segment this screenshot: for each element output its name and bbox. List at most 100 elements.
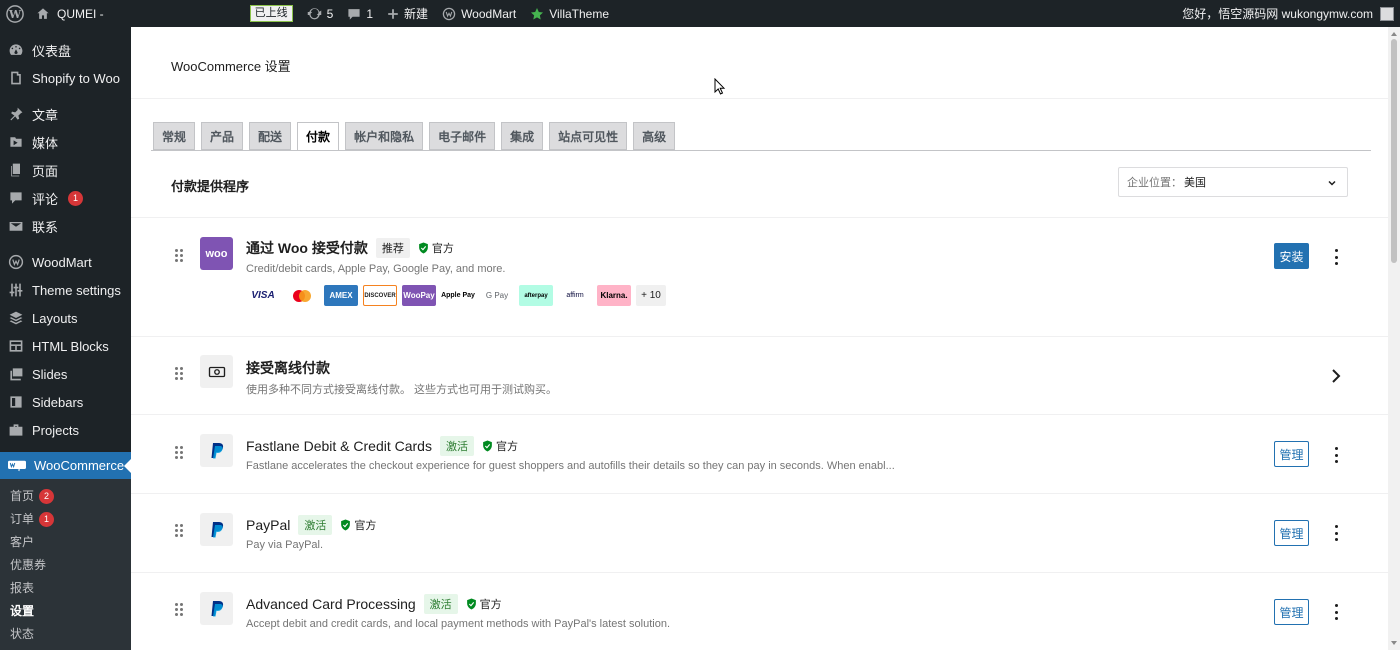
menu-projects[interactable]: Projects bbox=[0, 416, 131, 444]
submenu-coupons[interactable]: 优惠券 bbox=[0, 554, 131, 577]
woo-logo-icon: woo bbox=[200, 237, 233, 270]
more-options-icon[interactable] bbox=[1331, 604, 1341, 620]
tab-shipping[interactable]: 配送 bbox=[249, 122, 292, 150]
admin-sidebar: 仪表盘 Shopify to Woo 文章 媒体 页面 评论 1 联系 Wood… bbox=[0, 27, 131, 650]
updates-link[interactable]: 5 bbox=[300, 0, 341, 27]
refresh-icon bbox=[307, 8, 321, 20]
tab-accounts-privacy[interactable]: 帐户和隐私 bbox=[345, 122, 424, 150]
menu-label: Slides bbox=[32, 366, 68, 382]
tab-integration[interactable]: 集成 bbox=[501, 122, 544, 150]
drag-handle-icon[interactable] bbox=[175, 524, 183, 537]
menu-contact[interactable]: 联系 bbox=[0, 212, 131, 240]
menu-dashboard[interactable]: 仪表盘 bbox=[0, 36, 131, 64]
manage-button[interactable]: 管理 bbox=[1274, 441, 1309, 467]
install-button[interactable]: 安装 bbox=[1274, 243, 1309, 269]
submenu-label: 报表 bbox=[10, 581, 35, 595]
official-label: 官方 bbox=[479, 599, 502, 611]
shield-check-icon bbox=[341, 519, 351, 531]
menu-label: 页面 bbox=[32, 163, 59, 179]
tab-site-visibility[interactable]: 站点可见性 bbox=[549, 122, 628, 150]
avatar bbox=[1380, 6, 1394, 21]
villatheme-label: VillaTheme bbox=[549, 6, 610, 21]
slides-icon bbox=[10, 368, 23, 381]
menu-sidebars[interactable]: Sidebars bbox=[0, 388, 131, 416]
submenu-home[interactable]: 首页 2 bbox=[0, 485, 131, 508]
live-status-link[interactable]: 已上线 bbox=[241, 0, 300, 27]
gateway-title: 通过 Woo 接受付款 推荐 官方 bbox=[246, 238, 454, 258]
menu-media[interactable]: 媒体 bbox=[0, 128, 131, 156]
comments-link[interactable]: 1 bbox=[340, 0, 380, 27]
star-icon bbox=[531, 7, 544, 20]
active-badge: 激活 bbox=[298, 515, 333, 535]
submenu-reports[interactable]: 报表 bbox=[0, 577, 131, 600]
new-content-link[interactable]: 新建 bbox=[380, 0, 435, 27]
gateway-description: Fastlane accelerates the checkout experi… bbox=[246, 460, 895, 472]
official-badge: 官方 bbox=[466, 596, 502, 612]
menu-pages[interactable]: 页面 bbox=[0, 156, 131, 184]
villatheme-link[interactable]: VillaTheme bbox=[523, 0, 616, 27]
submenu-status[interactable]: 状态 bbox=[0, 623, 131, 646]
tab-advanced[interactable]: 高级 bbox=[633, 122, 676, 150]
menu-layouts[interactable]: Layouts bbox=[0, 304, 131, 332]
row-divider bbox=[131, 572, 1388, 573]
updates-count: 5 bbox=[326, 6, 334, 21]
menu-html-blocks[interactable]: HTML Blocks bbox=[0, 332, 131, 360]
page-scrollbar[interactable] bbox=[1388, 27, 1400, 650]
submenu-label: 首页 bbox=[10, 489, 35, 503]
menu-woocommerce[interactable]: WooCommerce bbox=[0, 452, 131, 479]
scrollbar-thumb[interactable] bbox=[1391, 39, 1397, 263]
pin-icon bbox=[10, 107, 23, 121]
more-options-icon[interactable] bbox=[1331, 525, 1341, 541]
submenu-settings[interactable]: 设置 bbox=[0, 600, 131, 623]
my-account-link[interactable]: 您好，悟空源码网 wukongymw.com bbox=[1175, 0, 1400, 27]
submenu-label: 设置 bbox=[10, 604, 35, 618]
menu-posts[interactable]: 文章 bbox=[0, 100, 131, 128]
submenu-label: 状态 bbox=[10, 627, 35, 641]
wordpress-logo-icon[interactable]: W bbox=[1, 0, 29, 27]
site-name-link[interactable]: QUMEI - bbox=[29, 0, 111, 27]
submenu-orders[interactable]: 订单 1 bbox=[0, 508, 131, 531]
comments-count: 1 bbox=[366, 6, 374, 21]
gateway-title: PayPal 激活 官方 bbox=[246, 515, 376, 535]
menu-shopify-to-woo[interactable]: Shopify to Woo bbox=[0, 64, 131, 92]
plus-icon bbox=[388, 8, 398, 19]
drag-handle-icon[interactable] bbox=[175, 603, 183, 616]
comment-icon bbox=[10, 192, 22, 204]
tab-payments[interactable]: 付款 bbox=[297, 122, 340, 151]
menu-theme-settings[interactable]: Theme settings bbox=[0, 276, 131, 304]
gateway-description: 使用多种不同方式接受离线付款。 这些方式也可用于测试购买。 bbox=[246, 384, 558, 396]
chevron-right-icon[interactable] bbox=[1330, 368, 1342, 384]
submenu-label: 客户 bbox=[10, 535, 35, 549]
home-icon bbox=[37, 7, 49, 19]
woodmart-link[interactable]: WoodMart bbox=[435, 0, 523, 27]
more-options-icon[interactable] bbox=[1331, 447, 1341, 463]
header-divider bbox=[131, 98, 1388, 99]
scroll-down-icon[interactable] bbox=[1391, 641, 1397, 648]
svg-text:W: W bbox=[8, 8, 22, 21]
tab-general[interactable]: 常规 bbox=[153, 122, 196, 150]
official-label: 官方 bbox=[431, 243, 454, 255]
gateway-title: 接受离线付款 bbox=[246, 358, 330, 378]
gateway-description: Pay via PayPal. bbox=[246, 539, 324, 551]
menu-label: 联系 bbox=[32, 219, 59, 235]
apple-pay-logo: Apple Pay bbox=[441, 285, 475, 306]
scroll-up-icon[interactable] bbox=[1391, 29, 1397, 36]
google-pay-logo: G Pay bbox=[480, 285, 514, 306]
manage-button[interactable]: 管理 bbox=[1274, 520, 1309, 546]
more-options-icon[interactable] bbox=[1331, 249, 1341, 265]
active-badge: 激活 bbox=[423, 594, 458, 614]
page-icon bbox=[11, 163, 20, 177]
submenu-label: 优惠券 bbox=[10, 558, 47, 572]
tab-emails[interactable]: 电子邮件 bbox=[429, 122, 496, 150]
menu-woodmart[interactable]: WoodMart bbox=[0, 248, 131, 276]
drag-handle-icon[interactable] bbox=[175, 367, 183, 380]
manage-button[interactable]: 管理 bbox=[1274, 599, 1309, 625]
drag-handle-icon[interactable] bbox=[175, 249, 183, 262]
menu-comments[interactable]: 评论 1 bbox=[0, 184, 131, 212]
business-location-select[interactable]: 企业位置： 美国 bbox=[1118, 167, 1348, 197]
drag-handle-icon[interactable] bbox=[175, 446, 183, 459]
menu-slides[interactable]: Slides bbox=[0, 360, 131, 388]
tab-products[interactable]: 产品 bbox=[201, 122, 244, 150]
briefcase-icon bbox=[9, 424, 23, 436]
submenu-customers[interactable]: 客户 bbox=[0, 531, 131, 554]
